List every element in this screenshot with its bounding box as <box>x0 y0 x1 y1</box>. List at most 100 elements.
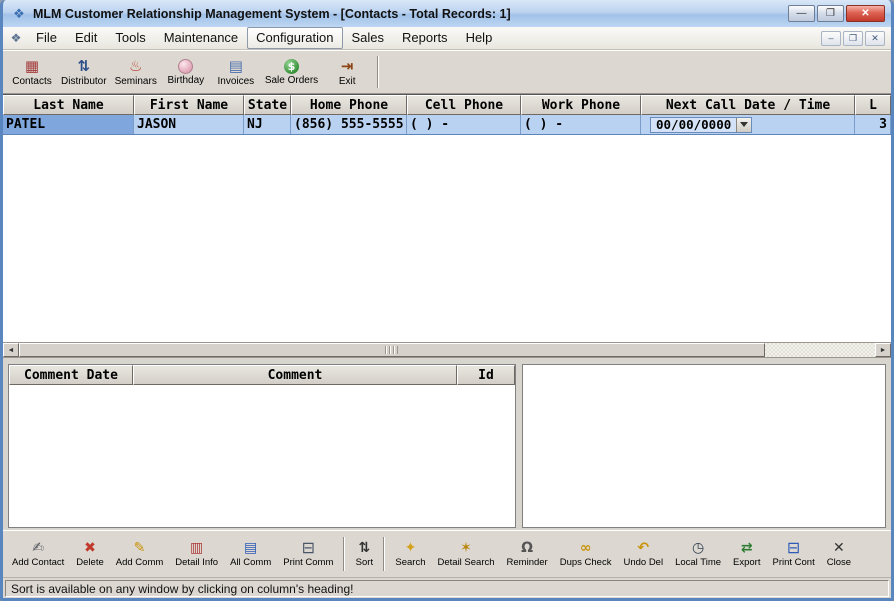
column-header-last-name[interactable]: Last Name <box>3 95 134 115</box>
maximize-icon: ❐ <box>826 9 835 19</box>
invoices-icon <box>226 57 246 75</box>
menu-sales[interactable]: Sales <box>343 27 394 49</box>
print-cont-printer-icon <box>785 540 803 556</box>
window-controls: — ❐ ✕ <box>788 5 885 22</box>
date-dropdown-button[interactable] <box>736 118 751 132</box>
cell-last-name[interactable]: PATEL <box>3 115 134 134</box>
sort-button[interactable]: Sort <box>349 538 379 570</box>
sale-orders-icon <box>284 59 299 74</box>
column-header-truncated[interactable]: L <box>855 95 891 115</box>
menu-maintenance[interactable]: Maintenance <box>155 27 247 49</box>
cell-home-phone[interactable]: (856) 555-5555 <box>291 115 407 134</box>
detail-info-button[interactable]: Detail Info <box>169 538 224 570</box>
contacts-icon <box>22 57 42 75</box>
exit-label: Exit <box>339 76 356 87</box>
menu-help[interactable]: Help <box>457 27 502 49</box>
add-contact-button[interactable]: Add Contact <box>6 538 70 570</box>
cell-state[interactable]: NJ <box>244 115 291 134</box>
mdi-close-icon: ✕ <box>871 33 879 44</box>
mdi-close-button[interactable]: ✕ <box>865 31 885 46</box>
local-time-label: Local Time <box>675 557 721 568</box>
menu-tools[interactable]: Tools <box>106 27 154 49</box>
export-label: Export <box>733 557 760 568</box>
add-comm-label: Add Comm <box>116 557 164 568</box>
column-header-state[interactable]: State <box>244 95 291 115</box>
detail-search-label: Detail Search <box>438 557 495 568</box>
toolbar-separator <box>383 537 385 571</box>
column-header-work-phone[interactable]: Work Phone <box>521 95 641 115</box>
delete-icon <box>81 540 99 556</box>
cell-work-phone[interactable]: ( ) - <box>521 115 641 134</box>
cell-first-name[interactable]: JASON <box>134 115 244 134</box>
mdi-minimize-button[interactable]: – <box>821 31 841 46</box>
menu-reports[interactable]: Reports <box>393 27 457 49</box>
column-header-cell-phone[interactable]: Cell Phone <box>407 95 521 115</box>
minimize-icon: — <box>797 9 807 19</box>
delete-button[interactable]: Delete <box>70 538 109 570</box>
distributor-icon <box>74 57 94 75</box>
menu-edit[interactable]: Edit <box>66 27 106 49</box>
invoices-button[interactable]: Invoices <box>211 53 261 91</box>
add-comm-button[interactable]: Add Comm <box>110 538 170 570</box>
scrollbar-track[interactable] <box>765 343 875 357</box>
all-comm-button[interactable]: All Comm <box>224 538 277 570</box>
sort-icon <box>355 540 373 556</box>
column-header-first-name[interactable]: First Name <box>134 95 244 115</box>
dups-check-button[interactable]: Dups Check <box>554 538 618 570</box>
reminder-button[interactable]: Reminder <box>501 538 554 570</box>
minimize-button[interactable]: — <box>788 5 815 22</box>
mdi-restore-icon: ❐ <box>849 33 857 44</box>
comments-panel: Comment Date Comment Id <box>8 364 516 528</box>
print-cont-label: Print Cont <box>772 557 814 568</box>
main-toolbar: Contacts Distributor Seminars Birthday I… <box>3 50 891 94</box>
menu-file[interactable]: File <box>27 27 66 49</box>
status-message: Sort is available on any window by click… <box>5 580 889 597</box>
menu-configuration[interactable]: Configuration <box>247 27 342 49</box>
cell-truncated[interactable]: 3 <box>855 115 891 134</box>
column-header-comment[interactable]: Comment <box>133 365 457 385</box>
seminars-button[interactable]: Seminars <box>111 53 161 91</box>
sale-orders-label: Sale Orders <box>265 75 318 86</box>
grid-header: Last Name First Name State Home Phone Ce… <box>3 95 891 115</box>
maximize-button[interactable]: ❐ <box>817 5 844 22</box>
close-icon: ✕ <box>861 9 869 19</box>
print-comm-button[interactable]: Print Comm <box>277 538 339 570</box>
menu-bar: ❖ File Edit Tools Maintenance Configurat… <box>3 27 891 50</box>
action-toolbar: Add Contact Delete Add Comm Detail Info … <box>3 530 891 577</box>
print-comm-icon <box>299 540 317 556</box>
cell-cell-phone[interactable]: ( ) - <box>407 115 521 134</box>
column-header-home-phone[interactable]: Home Phone <box>291 95 407 115</box>
horizontal-scrollbar[interactable]: ◄ ► <box>3 342 891 357</box>
column-header-next-call[interactable]: Next Call Date / Time <box>641 95 855 115</box>
contacts-button[interactable]: Contacts <box>7 53 57 91</box>
contact-row[interactable]: PATEL JASON NJ (856) 555-5555 ( ) - ( ) … <box>3 115 891 135</box>
undo-del-button[interactable]: Undo Del <box>617 538 669 570</box>
search-button[interactable]: Search <box>389 538 431 570</box>
scrollbar-grip <box>385 346 398 354</box>
column-header-id[interactable]: Id <box>457 365 515 385</box>
export-button[interactable]: Export <box>727 538 766 570</box>
scroll-right-button[interactable]: ► <box>875 343 891 357</box>
close-action-button[interactable]: Close <box>821 538 857 570</box>
close-button[interactable]: ✕ <box>846 5 885 22</box>
contacts-label: Contacts <box>12 76 51 87</box>
scrollbar-thumb[interactable] <box>19 343 765 357</box>
local-time-button[interactable]: Local Time <box>669 538 727 570</box>
detail-search-button[interactable]: Detail Search <box>432 538 501 570</box>
mdi-restore-button[interactable]: ❐ <box>843 31 863 46</box>
column-header-comment-date[interactable]: Comment Date <box>9 365 133 385</box>
sale-orders-button[interactable]: Sale Orders <box>261 53 322 91</box>
exit-button[interactable]: Exit <box>322 53 372 91</box>
delete-label: Delete <box>76 557 103 568</box>
close-x-icon <box>830 540 848 556</box>
app-icon: ❖ <box>10 6 28 22</box>
birthday-button[interactable]: Birthday <box>161 53 211 91</box>
scroll-left-button[interactable]: ◄ <box>3 343 19 357</box>
next-call-date-combo: 00/00/0000 <box>650 117 752 133</box>
distributor-button[interactable]: Distributor <box>57 53 111 91</box>
print-cont-button[interactable]: Print Cont <box>766 538 820 570</box>
undo-del-label: Undo Del <box>623 557 663 568</box>
detail-panel <box>522 364 886 528</box>
next-call-date-value[interactable]: 00/00/0000 <box>651 117 736 132</box>
comments-header: Comment Date Comment Id <box>9 365 515 385</box>
